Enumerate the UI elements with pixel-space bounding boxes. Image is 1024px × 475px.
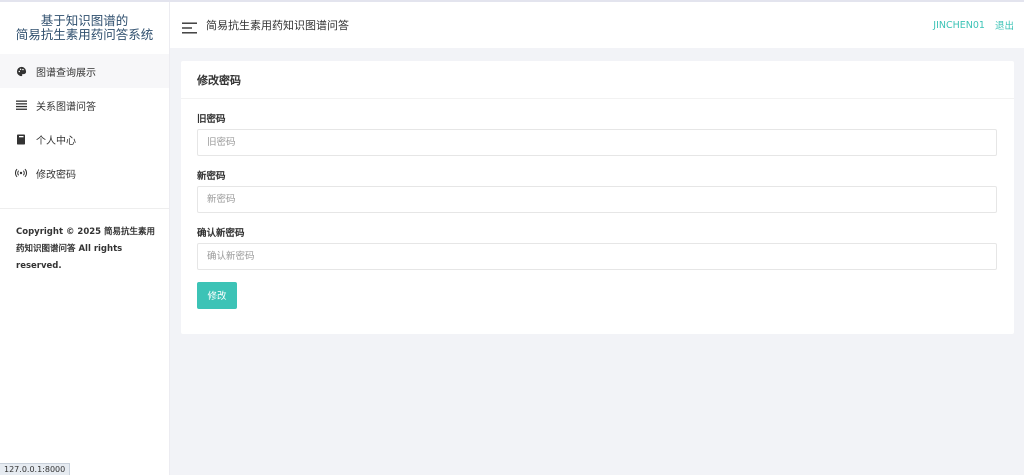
old-password-input[interactable]	[197, 129, 997, 156]
list-icon	[15, 99, 27, 111]
sidebar-item-label: 修改密码	[36, 169, 76, 181]
card-title: 修改密码	[181, 61, 1014, 99]
submit-button[interactable]: 修改	[197, 281, 237, 309]
sidebar-nav: 图谱查询展示 关系图谱问答 个人中心 修改密码	[0, 54, 169, 190]
status-bar-url: 127.0.0.1:8000	[0, 463, 71, 475]
change-password-form: 旧密码 新密码 确认新密码 修改	[181, 99, 1014, 309]
old-password-group: 旧密码	[197, 113, 997, 156]
new-password-group: 新密码	[197, 170, 997, 213]
sidebar-item-label: 关系图谱问答	[36, 101, 96, 113]
sidebar-item-label: 图谱查询展示	[36, 67, 96, 79]
sidebar-item-personal-center[interactable]: 个人中心	[0, 122, 169, 156]
menu-toggle-icon[interactable]	[182, 19, 198, 34]
logout-link[interactable]: 退出	[995, 18, 1014, 32]
palette-icon	[15, 65, 27, 77]
confirm-password-group: 确认新密码	[197, 227, 997, 270]
broadcast-icon	[15, 167, 27, 179]
header-user-area: JINCHEN01 退出	[933, 18, 1014, 33]
new-password-input[interactable]	[197, 186, 997, 213]
confirm-password-input[interactable]	[197, 243, 997, 270]
new-password-label: 新密码	[197, 171, 226, 182]
brand-line-1: 基于知识图谱的	[40, 13, 129, 28]
brand-line-2: 简易抗生素用药问答系统	[15, 27, 154, 42]
book-icon	[15, 133, 27, 145]
sidebar: 基于知识图谱的 简易抗生素用药问答系统 图谱查询展示 关系图谱问答 个人中心 修…	[0, 2, 170, 475]
sidebar-item-graph-query[interactable]: 图谱查询展示	[0, 54, 169, 88]
sidebar-item-change-password[interactable]: 修改密码	[0, 156, 169, 190]
sidebar-item-relation-qa[interactable]: 关系图谱问答	[0, 88, 169, 122]
sidebar-item-label: 个人中心	[36, 135, 76, 147]
confirm-password-label: 确认新密码	[197, 228, 245, 239]
username-link[interactable]: JINCHEN01	[933, 20, 985, 31]
change-password-card: 修改密码 旧密码 新密码 确认新密码 修改	[181, 61, 1014, 334]
copyright-text: Copyright © 2025 简易抗生素用药知识图谱问答 All right…	[16, 227, 156, 271]
old-password-label: 旧密码	[197, 114, 226, 125]
brand-title[interactable]: 基于知识图谱的 简易抗生素用药问答系统	[0, 2, 169, 54]
header-title: 简易抗生素用药知识图谱问答	[206, 19, 349, 32]
top-header: 简易抗生素用药知识图谱问答 JINCHEN01 退出	[170, 2, 1024, 48]
